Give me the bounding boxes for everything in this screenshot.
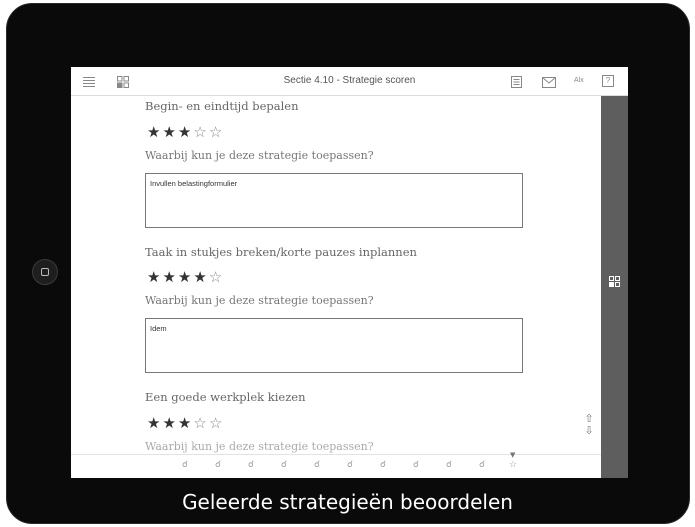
star-icon[interactable]: ★: [178, 414, 193, 432]
empty-star-icon[interactable]: ☆: [209, 414, 224, 432]
help-button[interactable]: ?: [602, 75, 614, 87]
star-rating[interactable]: ★★★☆☆: [147, 123, 224, 141]
check-icon[interactable]: ☌: [182, 460, 188, 470]
strategy-title: Een goede werkplek kiezen: [145, 390, 306, 404]
check-icon[interactable]: ☌: [314, 460, 320, 470]
app-screen: Sectie 4.10 - Strategie scoren Alx ? Beg…: [71, 67, 628, 478]
top-toolbar: Sectie 4.10 - Strategie scoren Alx ?: [71, 67, 628, 96]
star-rating[interactable]: ★★★☆☆: [147, 414, 224, 432]
check-icon[interactable]: ☌: [347, 460, 353, 470]
mail-icon[interactable]: [542, 75, 556, 88]
strategy-list: Begin- en eindtijd bepalen ★★★☆☆ Waarbij…: [71, 96, 601, 454]
text-size-button[interactable]: Alx: [574, 77, 584, 89]
check-icon[interactable]: ☌: [380, 460, 386, 470]
document-icon[interactable]: [511, 75, 523, 88]
caption: Geleerde strategieën beoordelen: [182, 490, 513, 514]
star-rating[interactable]: ★★★★☆: [147, 268, 224, 286]
section-nav: ☌ ☌ ☌ ☌ ☌ ☌ ☌ ☌ ☌ ☌ ▼ ☆: [71, 451, 601, 478]
grid-icon[interactable]: [609, 272, 620, 287]
star-icon[interactable]: ★: [178, 268, 193, 286]
star-icon[interactable]: ★: [147, 123, 162, 141]
star-icon[interactable]: ★: [178, 123, 193, 141]
strategy-title: Taak in stukjes breken/korte pauzes inpl…: [145, 245, 417, 259]
star-icon[interactable]: ★: [147, 268, 162, 286]
question-label: Waarbij kun je deze strategie toepassen?: [145, 294, 374, 307]
empty-star-icon[interactable]: ☆: [209, 123, 224, 141]
question-label: Waarbij kun je deze strategie toepassen?: [145, 440, 374, 453]
check-icon[interactable]: ☌: [446, 460, 452, 470]
check-icon[interactable]: ☌: [248, 460, 254, 470]
star-icon[interactable]: ★: [193, 268, 208, 286]
current-marker-icon: ▼: [510, 451, 516, 459]
answer-field[interactable]: Idem: [145, 318, 523, 373]
scroll-arrows-icon[interactable]: ⇧ ⇩: [582, 413, 596, 439]
check-icon[interactable]: ☌: [281, 460, 287, 470]
empty-star-icon[interactable]: ☆: [209, 268, 224, 286]
star-icon[interactable]: ★: [162, 414, 177, 432]
right-sidebar[interactable]: [601, 96, 628, 478]
strategy-title: Begin- en eindtijd bepalen: [145, 99, 299, 113]
home-square-icon: [41, 268, 49, 276]
check-icon[interactable]: ☌: [413, 460, 419, 470]
empty-star-icon[interactable]: ☆: [193, 414, 208, 432]
home-button[interactable]: [32, 259, 58, 285]
answer-field[interactable]: Invullen belastingformulier: [145, 173, 523, 228]
question-label: Waarbij kun je deze strategie toepassen?: [145, 149, 374, 162]
check-icon[interactable]: ☌: [215, 460, 221, 470]
empty-star-icon[interactable]: ☆: [193, 123, 208, 141]
check-icon[interactable]: ☌: [479, 460, 485, 470]
star-icon[interactable]: ★: [162, 268, 177, 286]
star-icon[interactable]: ★: [162, 123, 177, 141]
star-icon[interactable]: ★: [147, 414, 162, 432]
star-nav-icon[interactable]: ☆: [509, 460, 517, 470]
